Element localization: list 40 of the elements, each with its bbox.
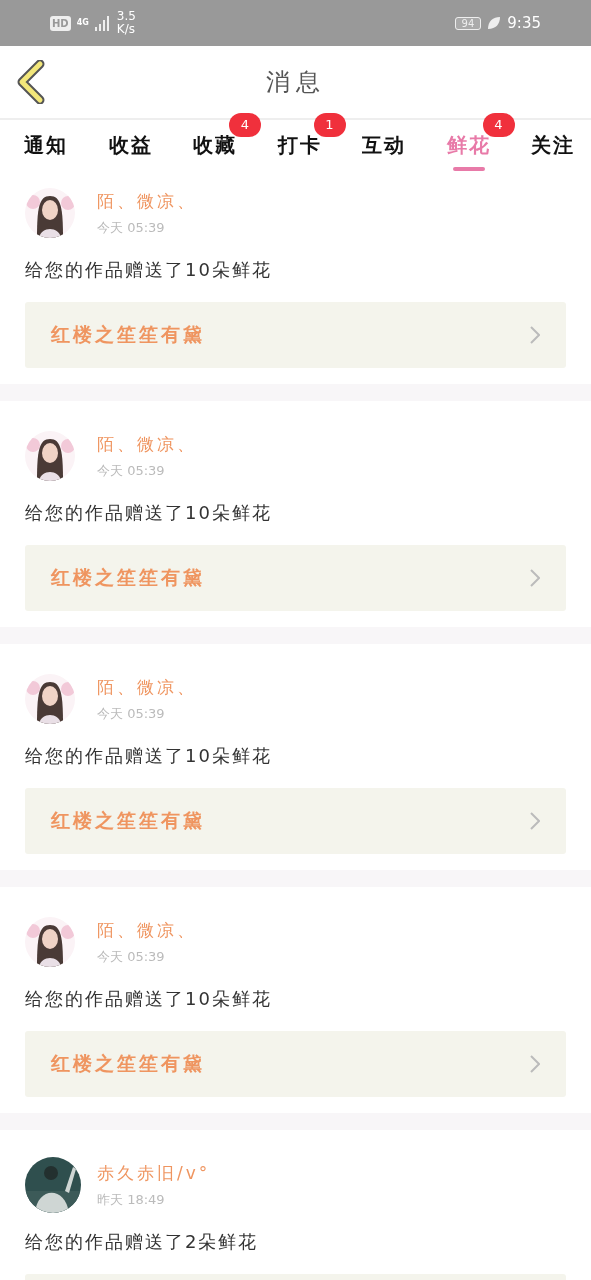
chevron-right-icon — [530, 812, 540, 830]
message-text: 给您的作品赠送了10朵鲜花 — [25, 258, 273, 282]
back-button[interactable] — [16, 60, 46, 104]
message-time: 今天 05:39 — [97, 704, 166, 723]
chevron-right-icon — [530, 1055, 540, 1073]
signal-icon — [94, 15, 111, 31]
work-link[interactable]: 红楼之笙笙有黛 — [25, 1031, 566, 1097]
count-badge: 4 — [229, 113, 261, 137]
network-label: 4G — [76, 19, 89, 27]
leaf-icon — [487, 16, 502, 30]
message-text: 给您的作品赠送了10朵鲜花 — [25, 501, 273, 525]
sender-name[interactable]: 赤久赤旧/v° — [97, 1161, 211, 1185]
tab[interactable]: 互动 — [360, 120, 408, 172]
work-link[interactable]: 红楼之笙笙有黛 — [25, 545, 566, 611]
message-text: 给您的作品赠送了10朵鲜花 — [25, 744, 273, 768]
hd-icon: HD — [50, 15, 71, 31]
chevron-right-icon — [530, 569, 540, 587]
sender-name[interactable]: 陌、微凉、 — [97, 189, 197, 213]
speed-value: 3.5 — [116, 10, 136, 23]
message-time: 今天 05:39 — [97, 947, 166, 966]
battery-icon: 94 — [454, 16, 482, 30]
tab[interactable]: 收益 — [106, 120, 155, 172]
work-link[interactable]: 红楼之笙笙有黛 — [25, 788, 566, 854]
message-text: 给您的作品赠送了2朵鲜花 — [25, 1230, 260, 1254]
chevron-right-icon — [530, 326, 540, 344]
sender-name[interactable]: 陌、微凉、 — [97, 675, 197, 699]
message-time: 今天 05:39 — [97, 461, 166, 480]
sender-name[interactable]: 陌、微凉、 — [97, 432, 197, 456]
sender-name[interactable]: 陌、微凉、 — [97, 918, 197, 942]
tab[interactable]: 关注 — [529, 120, 577, 172]
message-text: 给您的作品赠送了10朵鲜花 — [25, 987, 273, 1011]
count-badge: 1 — [313, 113, 346, 137]
clock-time: 9:35 — [507, 14, 541, 32]
work-link[interactable]: 红楼之笙笙有黛 — [25, 302, 566, 368]
speed-unit: K/s — [116, 23, 136, 36]
message-time: 昨天 18:49 — [97, 1190, 166, 1209]
tab[interactable]: 通知 — [22, 120, 70, 172]
page-title: 消息 — [265, 67, 326, 98]
tab-underline — [452, 167, 485, 171]
message-time: 今天 05:39 — [97, 218, 166, 237]
